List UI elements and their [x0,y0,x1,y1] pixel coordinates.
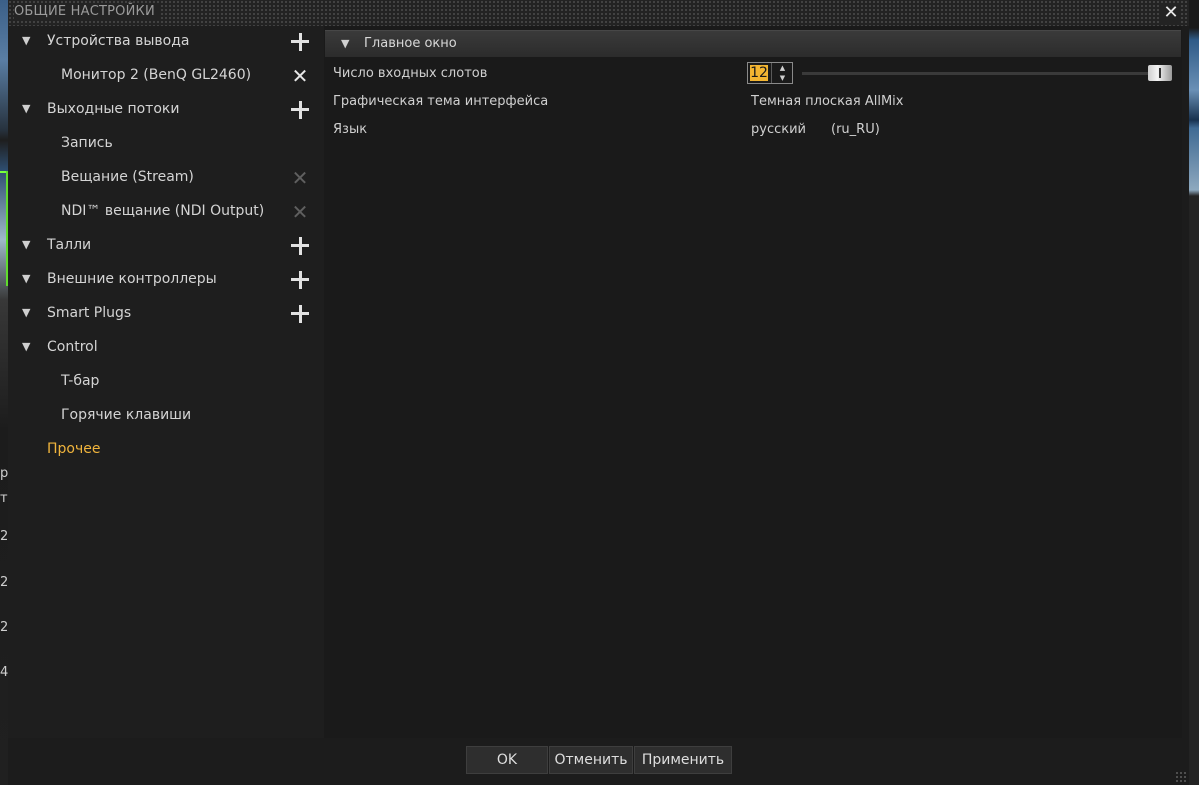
sidebar-item-control[interactable]: ▼ Control [8,332,324,366]
remove-icon[interactable]: ✕ [288,64,312,88]
background-text-fragment: 20 [0,575,8,590]
sidebar-item-other[interactable]: Прочее [8,434,324,468]
sidebar-item-monitor-2[interactable]: Монитор 2 (BenQ GL2460) ✕ [8,60,324,94]
add-icon[interactable] [288,98,312,122]
sidebar-item-label: Вещание (Stream) [61,169,194,185]
sidebar-item-label: Монитор 2 (BenQ GL2460) [61,67,252,83]
input-slots-value[interactable]: 12 [750,65,768,81]
sidebar-item-label: T-бар [61,373,100,389]
dialog-title: ОБЩИЕ НАСТРОЙКИ [14,4,161,19]
dialog-footer: OK Отменить Применить [8,738,1189,785]
resize-grip-icon[interactable] [1175,771,1187,783]
add-icon[interactable] [288,268,312,292]
sidebar-item-label: Горячие клавиши [61,407,192,423]
property-label: Графическая тема интерфейса [333,94,549,109]
background-text-fragment: 27 [0,620,8,635]
sidebar-item-ndi-output[interactable]: NDI™ вещание (NDI Output) ✕ [8,196,324,230]
input-slots-spinbox[interactable]: 12 ▲ ▼ [747,62,793,84]
sidebar-item-label: Control [47,339,98,355]
spin-up-icon[interactable]: ▲ [772,63,793,73]
property-row-theme: Графическая тема интерфейса Темная плоск… [324,88,1182,116]
remove-disabled-icon: ✕ [291,166,309,190]
spin-down-icon[interactable]: ▼ [772,73,793,83]
sidebar-item-hotkeys[interactable]: Горячие клавиши [8,400,324,434]
background-text-fragment: ра [0,466,8,481]
sidebar-item-label: Smart Plugs [47,305,132,321]
settings-dialog: ОБЩИЕ НАСТРОЙКИ ✕ ▼ Устройства вывода Мо… [8,0,1189,785]
input-slots-slider[interactable] [802,72,1172,75]
expand-arrow-icon[interactable]: ▼ [22,298,30,328]
sidebar-item-label: Прочее [47,441,101,457]
theme-value[interactable]: Темная плоская AllMix [751,88,903,116]
add-icon[interactable] [288,234,312,258]
sidebar-item-smart-plugs[interactable]: ▼ Smart Plugs [8,298,324,332]
sidebar-item-output-devices[interactable]: ▼ Устройства вывода [8,26,324,60]
input-slots-slider-handle[interactable] [1148,65,1172,81]
expand-arrow-icon[interactable]: ▼ [22,94,30,124]
expand-arrow-icon[interactable]: ▼ [22,230,30,260]
screen: ра те 2( 20 27 4 ОБЩИЕ НАСТРОЙКИ ✕ ▼ Уст… [0,0,1199,785]
property-row-language: Язык русский (ru_RU) [324,116,1182,144]
sidebar-item-output-streams[interactable]: ▼ Выходные потоки [8,94,324,128]
background-text-fragment: 4 [0,665,8,680]
background-text-fragment: те [0,491,8,506]
close-icon: ✕ [1163,2,1179,23]
sidebar-item-tally[interactable]: ▼ Талли [8,230,324,264]
sidebar-item-label: Запись [61,135,113,151]
expand-arrow-icon[interactable]: ▼ [22,264,30,294]
language-value[interactable]: русский [751,116,806,144]
sidebar-item-stream[interactable]: Вещание (Stream) ✕ [8,162,324,196]
expand-arrow-icon[interactable]: ▼ [22,26,30,56]
dialog-titlebar[interactable]: ОБЩИЕ НАСТРОЙКИ ✕ [8,0,1189,26]
sidebar-item-label: NDI™ вещание (NDI Output) [61,203,265,219]
cancel-button[interactable]: Отменить [549,746,633,774]
background-app-left-edge: ра те 2( 20 27 4 [0,0,8,785]
add-icon[interactable] [288,30,312,54]
sidebar-item-t-bar[interactable]: T-бар [8,366,324,400]
close-button[interactable]: ✕ [1161,3,1181,23]
background-app-right-edge [1189,0,1199,785]
apply-button[interactable]: Применить [634,746,732,774]
sidebar-item-recording[interactable]: Запись [8,128,324,162]
settings-sidebar: ▼ Устройства вывода Монитор 2 (BenQ GL24… [8,26,324,738]
settings-main-panel: ▼ Главное окно Число входных слотов 12 ▲… [324,26,1182,738]
sidebar-item-label: Выходные потоки [47,101,180,117]
language-code: (ru_RU) [831,122,880,137]
sidebar-item-label: Талли [47,237,92,253]
remove-disabled-icon: ✕ [291,200,309,224]
section-header-main-window[interactable]: ▼ Главное окно [325,30,1181,57]
section-title: Главное окно [364,36,457,51]
add-icon[interactable] [288,302,312,326]
background-text-fragment: 2( [0,529,8,544]
sidebar-item-label: Устройства вывода [47,33,190,49]
property-label: Язык [333,122,368,137]
ok-button[interactable]: OK [466,746,548,774]
spin-buttons: ▲ ▼ [771,63,793,83]
property-label: Число входных слотов [333,66,488,81]
expand-arrow-icon[interactable]: ▼ [22,332,30,362]
sidebar-item-external-controllers[interactable]: ▼ Внешние контроллеры [8,264,324,298]
sidebar-item-label: Внешние контроллеры [47,271,217,287]
collapse-arrow-icon: ▼ [341,37,350,50]
